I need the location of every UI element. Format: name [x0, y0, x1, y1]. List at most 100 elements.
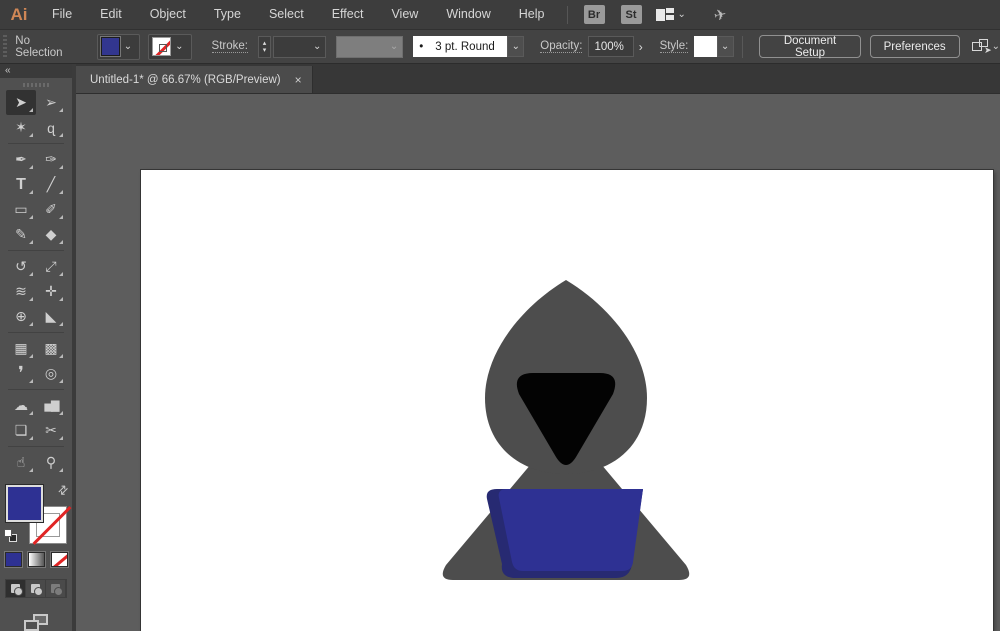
fill-color-dropdown[interactable]: ⌄ [97, 34, 140, 60]
opacity-input[interactable]: 100% [588, 36, 633, 57]
chevron-down-icon: ⌄ [386, 41, 402, 52]
panel-grip[interactable] [3, 35, 7, 59]
menu-object[interactable]: Object [136, 0, 200, 29]
default-fill-stroke-icon[interactable] [4, 529, 17, 542]
stroke-weight-stepper[interactable]: ▴ ▾ [258, 36, 271, 58]
selection-options-icon[interactable]: ➤ [972, 42, 988, 51]
fill-color-swatch[interactable] [101, 37, 120, 56]
column-graph-icon: ▅▇ [45, 399, 58, 412]
mesh-tool[interactable]: ▦ [6, 336, 36, 361]
brush-definition-value: 3 pt. Round [435, 41, 494, 53]
gradient-button[interactable] [28, 552, 45, 567]
width-tool[interactable]: ≋ [6, 279, 36, 304]
collapse-panel-icon[interactable]: « [0, 64, 72, 78]
draw-normal-button[interactable] [6, 580, 26, 597]
control-separator [742, 36, 743, 58]
stroke-color-dropdown[interactable]: ⌄ [148, 34, 191, 60]
column-graph-tool[interactable]: ▅▇ [36, 393, 66, 418]
none-button[interactable] [51, 552, 68, 567]
magic-wand-tool[interactable]: ✶ [6, 115, 36, 140]
menu-file[interactable]: File [38, 0, 86, 29]
stroke-weight-dropdown[interactable]: ⌄ [273, 36, 326, 58]
direct-selection-tool[interactable]: ➢ [36, 90, 66, 115]
eraser-tool[interactable]: ◆ [36, 222, 66, 247]
color-button[interactable] [5, 552, 22, 567]
blend-tool[interactable]: ◎ [36, 361, 66, 386]
change-screen-mode-button[interactable] [24, 614, 48, 631]
selection-tool[interactable]: ➤ [6, 90, 36, 115]
selection-status: No Selection [15, 35, 77, 59]
puppet-warp-tool[interactable]: ✛ [36, 279, 66, 304]
zoom-tool[interactable]: ⚲ [36, 450, 66, 475]
width-icon: ≋ [15, 283, 27, 300]
style-dropdown[interactable] [694, 36, 716, 57]
arrange-documents-icon[interactable]: ⌄ [656, 8, 686, 22]
shape-builder-tool[interactable]: ⊕ [6, 304, 36, 329]
gpu-performance-icon[interactable]: ✈ [712, 4, 728, 24]
menu-help[interactable]: Help [505, 0, 559, 29]
stepper-up-icon[interactable]: ▴ [263, 40, 267, 47]
draw-inside-button[interactable] [46, 580, 66, 597]
stock-icon[interactable]: St [621, 5, 642, 24]
menu-type[interactable]: Type [200, 0, 255, 29]
stepper-down-icon[interactable]: ▾ [263, 47, 267, 54]
draw-behind-button[interactable] [26, 580, 46, 597]
menu-effect[interactable]: Effect [318, 0, 378, 29]
artboard-icon: ❏ [15, 422, 28, 439]
stroke-none-swatch[interactable] [152, 37, 171, 56]
eyedropper-icon: ❜ [18, 363, 24, 384]
stroke-label[interactable]: Stroke: [212, 40, 248, 53]
panel-grip[interactable] [23, 83, 49, 87]
pen-tool[interactable]: ✒ [6, 147, 36, 172]
artboard[interactable] [141, 170, 993, 631]
symbol-sprayer-tool[interactable]: ☁ [6, 393, 36, 418]
scale-tool[interactable]: ⤢ [36, 254, 66, 279]
type-tool[interactable]: T [6, 172, 36, 197]
laptop-shape[interactable] [499, 489, 643, 571]
brush-definition-chevron[interactable]: ⌄ [507, 36, 524, 57]
close-tab-icon[interactable]: × [295, 73, 302, 87]
document-setup-button[interactable]: Document Setup [759, 35, 860, 58]
brush-definition-dropdown[interactable]: • 3 pt. Round [413, 36, 507, 57]
rectangle-tool[interactable]: ▭ [6, 197, 36, 222]
workspace: « ➤ ➢ ✶ ɋ ✒ ✑ T ╱ ▭ ✐ ✎ ◆ ↺ ⤢ ≋ ✛ ⊕ ◣ ▦ … [0, 64, 1000, 631]
preferences-button[interactable]: Preferences [870, 35, 960, 58]
fill-swatch[interactable] [6, 485, 43, 522]
blend-icon: ◎ [45, 365, 57, 382]
draw-inside-icon [51, 584, 60, 593]
rotate-tool[interactable]: ↺ [6, 254, 36, 279]
tool-grid: ➤ ➢ ✶ ɋ ✒ ✑ T ╱ ▭ ✐ ✎ ◆ ↺ ⤢ ≋ ✛ ⊕ ◣ ▦ ▩ … [6, 90, 66, 475]
curvature-tool[interactable]: ✑ [36, 147, 66, 172]
menu-select[interactable]: Select [255, 0, 318, 29]
menu-window[interactable]: Window [432, 0, 504, 29]
line-segment-tool[interactable]: ╱ [36, 172, 66, 197]
chevron-down-icon: ⌄ [678, 9, 686, 20]
style-label[interactable]: Style: [660, 40, 689, 53]
opacity-expand-button[interactable]: › [634, 36, 648, 57]
style-chevron[interactable]: ⌄ [717, 36, 734, 57]
menu-view[interactable]: View [377, 0, 432, 29]
eraser-icon: ◆ [46, 226, 57, 243]
document-tab[interactable]: Untitled-1* @ 66.67% (RGB/Preview) × [76, 66, 313, 93]
bridge-icon[interactable]: Br [584, 5, 605, 24]
artboard-tool[interactable]: ❏ [6, 418, 36, 443]
opacity-label[interactable]: Opacity: [540, 40, 582, 53]
gradient-tool[interactable]: ▩ [36, 336, 66, 361]
document-tab-title: Untitled-1* @ 66.67% (RGB/Preview) [90, 74, 281, 86]
swap-fill-stroke-icon[interactable]: ⇄ [54, 481, 71, 498]
shape-builder-icon: ⊕ [15, 308, 27, 325]
mesh-icon: ▦ [14, 340, 27, 357]
screen-mode-rect [24, 620, 39, 631]
illustrator-logo: Ai [0, 5, 38, 25]
canvas[interactable] [76, 94, 1000, 631]
hand-tool[interactable]: ☝ [6, 450, 36, 475]
slice-tool[interactable]: ✂ [36, 418, 66, 443]
perspective-grid-tool[interactable]: ◣ [36, 304, 66, 329]
eyedropper-tool[interactable]: ❜ [6, 361, 36, 386]
lasso-tool[interactable]: ɋ [36, 115, 66, 140]
shaper-tool[interactable]: ✎ [6, 222, 36, 247]
scale-icon: ⤢ [45, 258, 56, 275]
paintbrush-tool[interactable]: ✐ [36, 197, 66, 222]
curvature-icon: ✑ [45, 151, 57, 168]
menu-edit[interactable]: Edit [86, 0, 136, 29]
